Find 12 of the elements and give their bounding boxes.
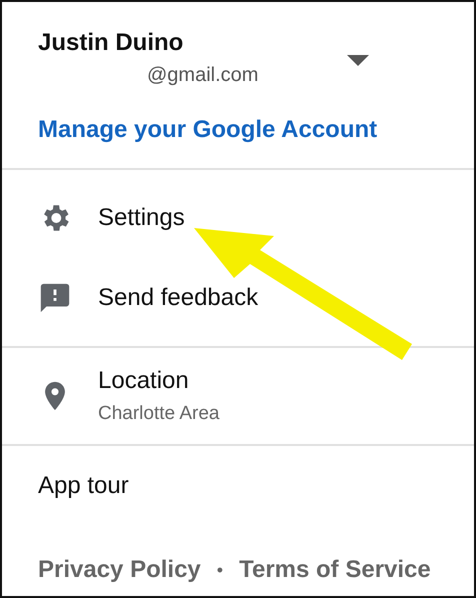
account-email: @gmail.com [147, 63, 260, 88]
manage-account-link[interactable]: Manage your Google Account [38, 116, 378, 144]
menu-item[interactable]: Settings [2, 178, 474, 258]
menu-item[interactable]: Send feedback [2, 258, 474, 338]
dropdown-caret-icon[interactable] [347, 55, 369, 66]
location-value: Charlotte Area [98, 403, 220, 425]
app-tour-item[interactable]: App tour [2, 446, 474, 526]
separator-dot: • [216, 560, 224, 580]
account-name: Justin Duino [38, 28, 184, 58]
terms-link[interactable]: Terms of Service [239, 556, 431, 584]
location-label[interactable]: Location [98, 367, 220, 395]
privacy-policy-link[interactable]: Privacy Policy [38, 556, 201, 584]
